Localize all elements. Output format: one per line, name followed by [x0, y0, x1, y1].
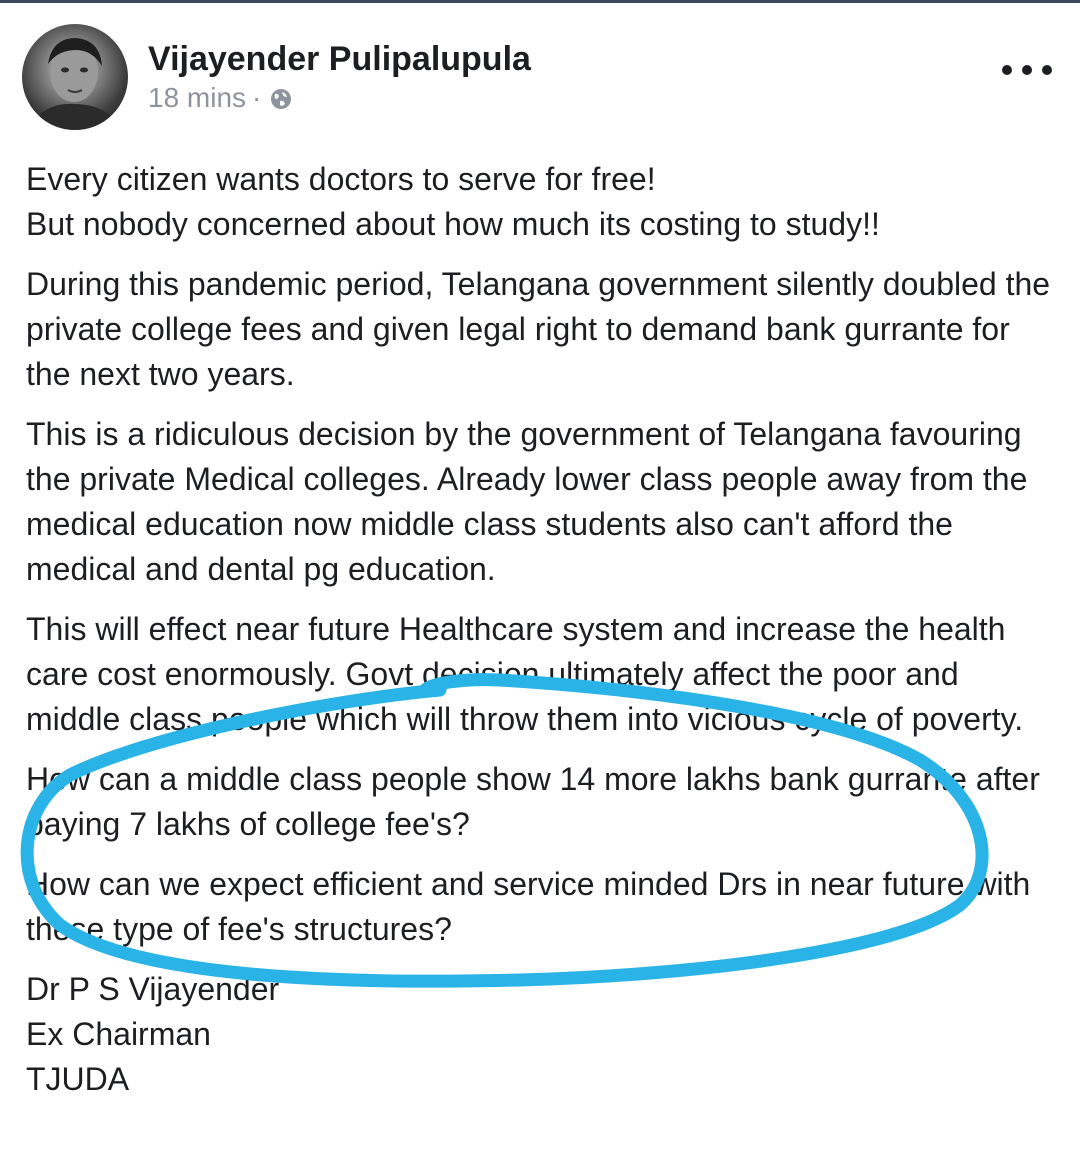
post-meta: 18 mins ·	[148, 82, 293, 114]
post-time[interactable]: 18 mins	[148, 82, 246, 114]
more-options-icon[interactable]	[1002, 58, 1052, 82]
signature-line: TJUDA	[26, 1061, 130, 1097]
paragraph-line: Every citizen wants doctors to serve for…	[26, 161, 656, 197]
meta-separator: ·	[252, 82, 262, 113]
facebook-post: Vijayender Pulipalupula 18 mins · Every …	[0, 0, 1080, 1152]
post-body: Every citizen wants doctors to serve for…	[26, 157, 1056, 1102]
more-dot	[1002, 65, 1012, 75]
globe-icon[interactable]	[269, 86, 293, 110]
avatar[interactable]	[22, 24, 128, 130]
post-paragraph: Every citizen wants doctors to serve for…	[26, 157, 1056, 247]
post-paragraph: This will effect near future Healthcare …	[26, 611, 1024, 737]
post-paragraph: How can we expect efficient and service …	[26, 866, 1031, 947]
signature-line: Dr P S Vijayender	[26, 971, 280, 1007]
author-name[interactable]: Vijayender Pulipalupula	[148, 40, 531, 79]
post-signature: Dr P S Vijayender Ex Chairman TJUDA	[26, 967, 1056, 1102]
more-dot	[1022, 65, 1032, 75]
post-paragraph: This is a ridiculous decision by the gov…	[26, 416, 1028, 587]
more-dot	[1042, 65, 1052, 75]
paragraph-line: But nobody concerned about how much its …	[26, 206, 880, 242]
post-paragraph: How can a middle class people show 14 mo…	[26, 761, 1040, 842]
signature-line: Ex Chairman	[26, 1016, 211, 1052]
post-header: Vijayender Pulipalupula 18 mins ·	[22, 24, 1062, 130]
post-paragraph: During this pandemic period, Telangana g…	[26, 266, 1051, 392]
